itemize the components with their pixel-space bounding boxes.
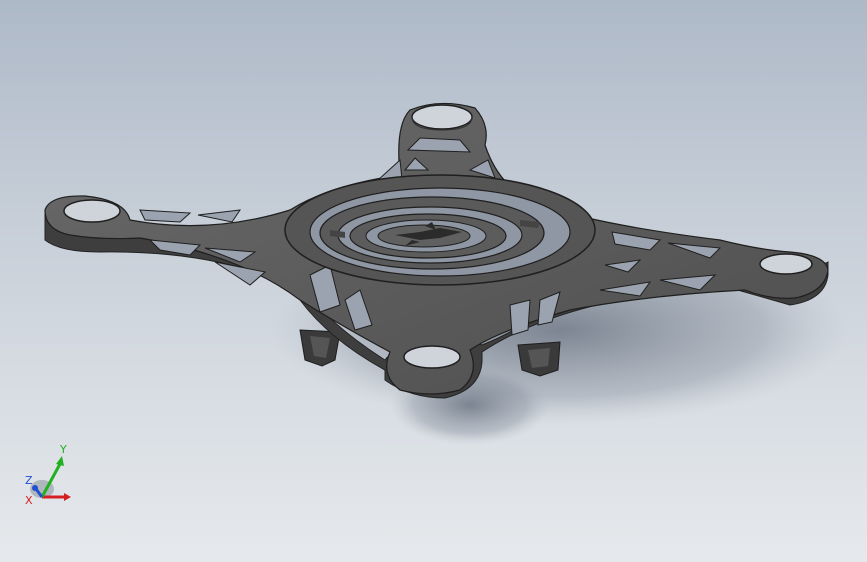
graphics-viewport[interactable]: Y Z X [0, 0, 867, 562]
reference-triad[interactable]: Y Z X [22, 442, 82, 512]
triad-z-label: Z [25, 474, 33, 487]
triad-x-label: X [25, 494, 33, 507]
motor-mount-top[interactable] [411, 104, 473, 131]
motor-mount-left[interactable] [63, 199, 121, 223]
triad-z-arrow-icon [32, 485, 38, 491]
triad-y-label: Y [59, 443, 67, 456]
landing-leg-right[interactable] [517, 341, 561, 377]
motor-mount-bottom[interactable] [403, 345, 461, 369]
triad-x-arrow-icon [64, 493, 71, 501]
triad-y-arrow-icon [56, 456, 64, 466]
motor-mount-right[interactable] [759, 253, 813, 275]
cad-model-view[interactable] [0, 0, 867, 562]
